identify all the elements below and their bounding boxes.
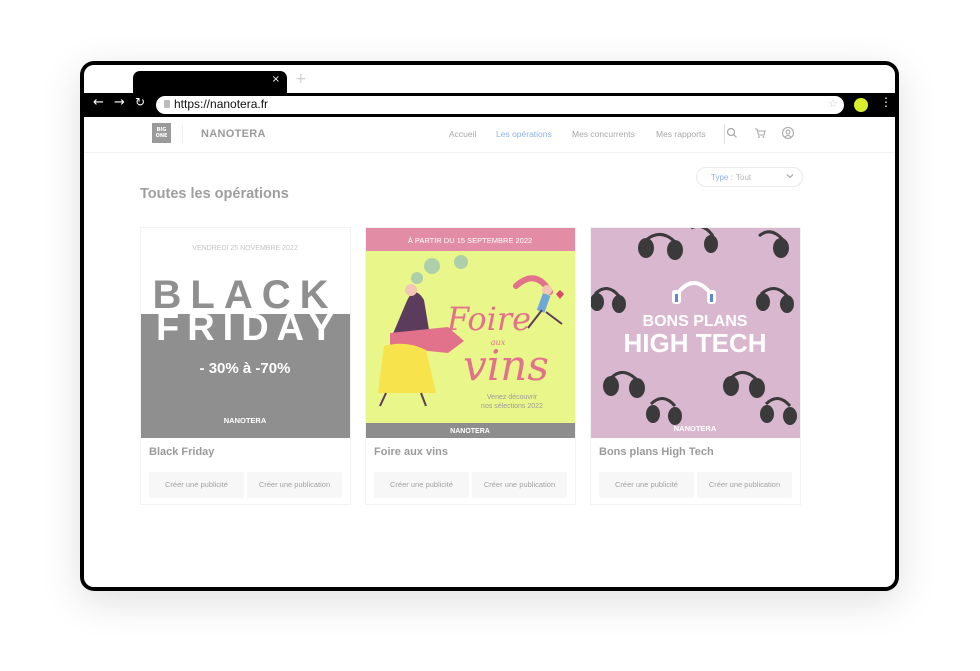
operation-card: VENDREDI 25 NOVEMBRE 2022 BLACK FRIDAY -… (140, 227, 351, 505)
star-icon[interactable]: ☆ (828, 97, 838, 110)
card-title: Foire aux vins (374, 446, 448, 458)
banner-line2: FRIDAY (156, 307, 342, 349)
card-title: Black Friday (149, 446, 215, 458)
chevron-down-icon (786, 174, 794, 179)
url-text[interactable]: https://nanotera.fr (174, 97, 268, 111)
banner-line2: HIGH TECH (624, 328, 767, 358)
browser-toolbar: ← → ↻ https://nanotera.fr ☆ ⋮ (84, 93, 895, 117)
profile-avatar[interactable] (854, 98, 868, 112)
create-post-button[interactable]: Créer une publication (697, 472, 792, 498)
high-tech-banner[interactable]: BONS PLANS HIGH TECH NANOTERA (591, 228, 800, 438)
website: BIG ONE NANOTERA Accueil Les opérations … (84, 117, 895, 587)
filter-label: Type : (711, 173, 733, 182)
bigone-logo[interactable]: BIG ONE (152, 123, 171, 143)
type-filter-select[interactable]: Type : Tout (696, 167, 803, 187)
header-divider (182, 125, 183, 143)
create-ad-button[interactable]: Créer une publicité (599, 472, 694, 498)
tab-strip: × + (84, 65, 895, 93)
brand-name[interactable]: NANOTERA (201, 128, 266, 140)
menu-icon[interactable]: ⋮ (880, 95, 892, 109)
reload-icon[interactable]: ↻ (135, 95, 145, 109)
logo-text: BIG ONE (155, 127, 168, 139)
banner-tagline2: nos sélections 2022 (481, 403, 543, 410)
forward-icon[interactable]: → (114, 95, 125, 110)
create-ad-button[interactable]: Créer une publicité (149, 472, 244, 498)
black-friday-banner[interactable]: VENDREDI 25 NOVEMBRE 2022 BLACK FRIDAY -… (141, 228, 350, 438)
page-title: Toutes les opérations (140, 186, 289, 202)
banner-brand: NANOTERA (450, 428, 490, 435)
nav-rapports[interactable]: Mes rapports (656, 129, 706, 139)
banner-date: VENDREDI 25 NOVEMBRE 2022 (192, 245, 298, 252)
banner-word1: Foire (446, 300, 531, 338)
filter-value: Tout (736, 173, 752, 182)
card-title: Bons plans High Tech (599, 446, 714, 458)
banner-discount: - 30% à -70% (200, 360, 291, 377)
banner-tagline1: Venez découvrir (487, 394, 538, 401)
lock-icon (164, 100, 170, 108)
browser-window: × + ← → ↻ https://nanotera.fr ☆ ⋮ BIG ON… (84, 65, 895, 587)
close-tab-icon[interactable]: × (272, 74, 280, 85)
foire-aux-vins-banner[interactable]: À PARTIR DU 15 SEPTEMBRE 2022 Foire aux … (366, 228, 575, 438)
search-icon[interactable] (725, 126, 739, 140)
new-tab-button[interactable]: + (295, 71, 307, 87)
banner-date: À PARTIR DU 15 SEPTEMBRE 2022 (408, 236, 532, 245)
nav-accueil[interactable]: Accueil (449, 129, 476, 139)
operation-card: À PARTIR DU 15 SEPTEMBRE 2022 Foire aux … (365, 227, 576, 505)
back-icon[interactable]: ← (93, 95, 104, 110)
create-ad-button[interactable]: Créer une publicité (374, 472, 469, 498)
create-post-button[interactable]: Créer une publication (472, 472, 567, 498)
device-frame: × + ← → ↻ https://nanotera.fr ☆ ⋮ BIG ON… (80, 61, 899, 591)
account-icon[interactable] (781, 126, 795, 140)
cart-icon[interactable] (753, 126, 767, 140)
banner-word3: vins (463, 341, 549, 390)
create-post-button[interactable]: Créer une publication (247, 472, 342, 498)
operation-card: BONS PLANS HIGH TECH NANOTERA Bons plans… (590, 227, 801, 505)
banner-brand: NANOTERA (674, 424, 717, 433)
nav-concurrents[interactable]: Mes concurrents (572, 129, 635, 139)
browser-tab[interactable]: × (133, 71, 287, 93)
address-bar[interactable]: https://nanotera.fr ☆ (156, 96, 844, 114)
site-header: BIG ONE NANOTERA Accueil Les opérations … (84, 117, 895, 153)
banner-brand: NANOTERA (224, 416, 267, 425)
nav-operations[interactable]: Les opérations (496, 129, 552, 139)
